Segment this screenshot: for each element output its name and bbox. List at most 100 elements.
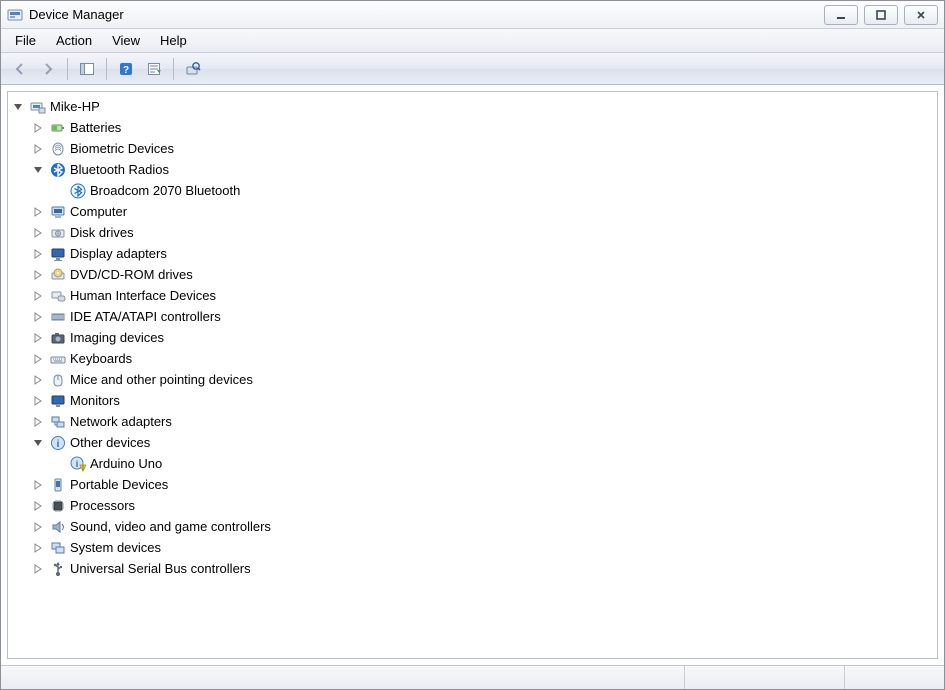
- tree-node-root[interactable]: Mike-HP: [10, 96, 935, 117]
- expand-collapse-icon[interactable]: [32, 332, 44, 344]
- minimize-button[interactable]: [824, 5, 858, 25]
- expand-collapse-icon[interactable]: [12, 101, 24, 113]
- tree-node-other[interactable]: i Other devices: [30, 432, 935, 453]
- unknown-device-warning-icon: i!: [70, 456, 86, 472]
- expand-collapse-icon[interactable]: [32, 227, 44, 239]
- tree-node-hid[interactable]: Human Interface Devices: [30, 285, 935, 306]
- node-label: Disk drives: [70, 225, 134, 240]
- tree-node-usb[interactable]: Universal Serial Bus controllers: [30, 558, 935, 579]
- toolbar-separator: [173, 58, 174, 80]
- menu-action[interactable]: Action: [46, 30, 102, 51]
- node-label: Display adapters: [70, 246, 167, 261]
- status-cell: [1, 666, 684, 689]
- toolbar-separator: [67, 58, 68, 80]
- tree-node-ide[interactable]: IDE ATA/ATAPI controllers: [30, 306, 935, 327]
- expand-collapse-icon[interactable]: [32, 143, 44, 155]
- tree-node-biometric[interactable]: Biometric Devices: [30, 138, 935, 159]
- maximize-button[interactable]: [864, 5, 898, 25]
- help-button[interactable]: ?: [113, 56, 139, 82]
- tree-node-system[interactable]: System devices: [30, 537, 935, 558]
- expand-collapse-icon[interactable]: [32, 416, 44, 428]
- expand-collapse-icon[interactable]: [32, 290, 44, 302]
- svg-text:i: i: [76, 459, 79, 469]
- network-icon: [50, 414, 66, 430]
- status-cell: [844, 666, 944, 689]
- expand-collapse-icon[interactable]: [32, 395, 44, 407]
- tree-node-other-device[interactable]: i! Arduino Uno: [50, 453, 935, 474]
- title-bar: Device Manager: [1, 1, 944, 29]
- node-label: Processors: [70, 498, 135, 513]
- svg-text:!: !: [82, 466, 84, 472]
- node-label: Mice and other pointing devices: [70, 372, 253, 387]
- node-label: Broadcom 2070 Bluetooth: [90, 183, 240, 198]
- node-label: Biometric Devices: [70, 141, 174, 156]
- expand-collapse-icon[interactable]: [32, 311, 44, 323]
- expand-collapse-icon[interactable]: [32, 479, 44, 491]
- node-label: Other devices: [70, 435, 150, 450]
- menu-view[interactable]: View: [102, 30, 150, 51]
- tree-node-mice[interactable]: Mice and other pointing devices: [30, 369, 935, 390]
- node-label: Human Interface Devices: [70, 288, 216, 303]
- node-label: System devices: [70, 540, 161, 555]
- node-label: DVD/CD-ROM drives: [70, 267, 193, 282]
- tree-node-processors[interactable]: Processors: [30, 495, 935, 516]
- node-label: IDE ATA/ATAPI controllers: [70, 309, 221, 324]
- forward-button[interactable]: [35, 56, 61, 82]
- node-label: Mike-HP: [50, 99, 100, 114]
- computer-icon: [50, 204, 66, 220]
- display-adapter-icon: [50, 246, 66, 262]
- tree-node-display[interactable]: Display adapters: [30, 243, 935, 264]
- usb-icon: [50, 561, 66, 577]
- device-tree[interactable]: Mike-HP Batteries Biometric Devices: [7, 91, 938, 659]
- node-label: Monitors: [70, 393, 120, 408]
- sound-icon: [50, 519, 66, 535]
- svg-text:i: i: [57, 439, 60, 450]
- tree-node-keyboards[interactable]: Keyboards: [30, 348, 935, 369]
- show-hide-console-tree-button[interactable]: [74, 56, 100, 82]
- bluetooth-icon: [50, 162, 66, 178]
- ide-controller-icon: [50, 309, 66, 325]
- tree-node-network[interactable]: Network adapters: [30, 411, 935, 432]
- expand-collapse-icon[interactable]: [32, 563, 44, 575]
- node-label: Universal Serial Bus controllers: [70, 561, 251, 576]
- expand-collapse-icon[interactable]: [32, 269, 44, 281]
- tree-node-disk[interactable]: Disk drives: [30, 222, 935, 243]
- tree-node-imaging[interactable]: Imaging devices: [30, 327, 935, 348]
- window-title: Device Manager: [29, 7, 124, 22]
- expand-collapse-icon[interactable]: [32, 248, 44, 260]
- tree-node-bluetooth-device[interactable]: Broadcom 2070 Bluetooth: [50, 180, 935, 201]
- expand-collapse-icon[interactable]: [32, 164, 44, 176]
- close-button[interactable]: [904, 5, 938, 25]
- other-devices-icon: i: [50, 435, 66, 451]
- disk-drive-icon: [50, 225, 66, 241]
- expand-collapse-icon[interactable]: [32, 206, 44, 218]
- tree-node-sound[interactable]: Sound, video and game controllers: [30, 516, 935, 537]
- node-label: Network adapters: [70, 414, 172, 429]
- tree-node-monitors[interactable]: Monitors: [30, 390, 935, 411]
- scan-hardware-button[interactable]: [180, 56, 206, 82]
- expand-collapse-icon[interactable]: [32, 521, 44, 533]
- tree-node-computer[interactable]: Computer: [30, 201, 935, 222]
- tree-node-dvd[interactable]: DVD/CD-ROM drives: [30, 264, 935, 285]
- toolbar: ?: [1, 53, 944, 85]
- expand-collapse-icon[interactable]: [32, 353, 44, 365]
- properties-button[interactable]: [141, 56, 167, 82]
- expand-collapse-icon[interactable]: [32, 542, 44, 554]
- expand-collapse-icon[interactable]: [32, 374, 44, 386]
- back-button[interactable]: [7, 56, 33, 82]
- battery-icon: [50, 120, 66, 136]
- node-label: Bluetooth Radios: [70, 162, 169, 177]
- expand-collapse-icon[interactable]: [32, 437, 44, 449]
- tree-node-portable[interactable]: Portable Devices: [30, 474, 935, 495]
- expand-collapse-icon[interactable]: [32, 500, 44, 512]
- computer-root-icon: [30, 99, 46, 115]
- processor-icon: [50, 498, 66, 514]
- tree-node-bluetooth[interactable]: Bluetooth Radios: [30, 159, 935, 180]
- biometric-icon: [50, 141, 66, 157]
- node-label: Keyboards: [70, 351, 132, 366]
- expand-collapse-icon[interactable]: [32, 122, 44, 134]
- menu-file[interactable]: File: [5, 30, 46, 51]
- status-bar: [1, 665, 944, 689]
- menu-help[interactable]: Help: [150, 30, 197, 51]
- tree-node-batteries[interactable]: Batteries: [30, 117, 935, 138]
